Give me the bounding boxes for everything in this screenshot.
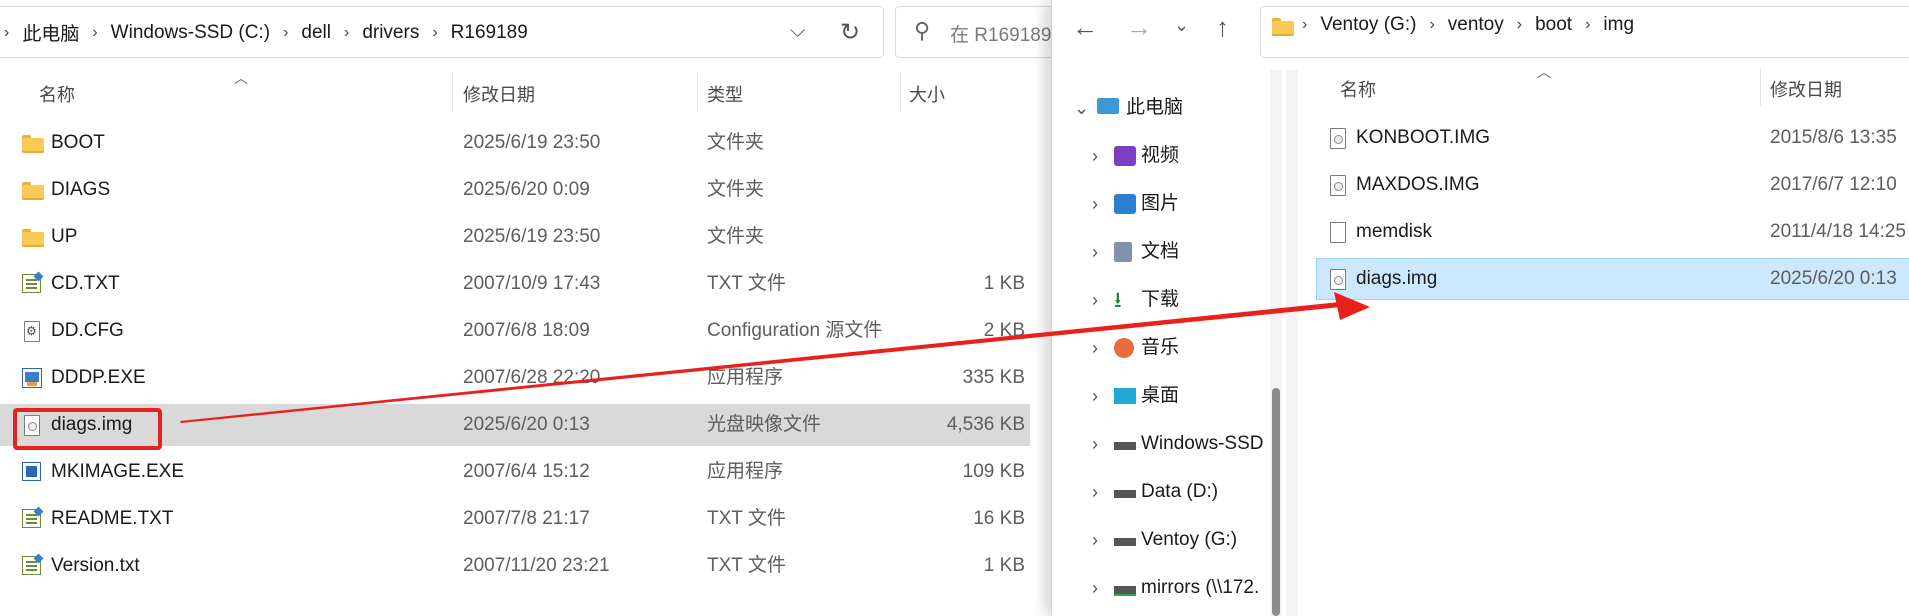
- drag-annotation-arrow: [180, 292, 1370, 423]
- arrow-shaft: [180, 302, 1341, 423]
- arrow-head: [1334, 292, 1370, 320]
